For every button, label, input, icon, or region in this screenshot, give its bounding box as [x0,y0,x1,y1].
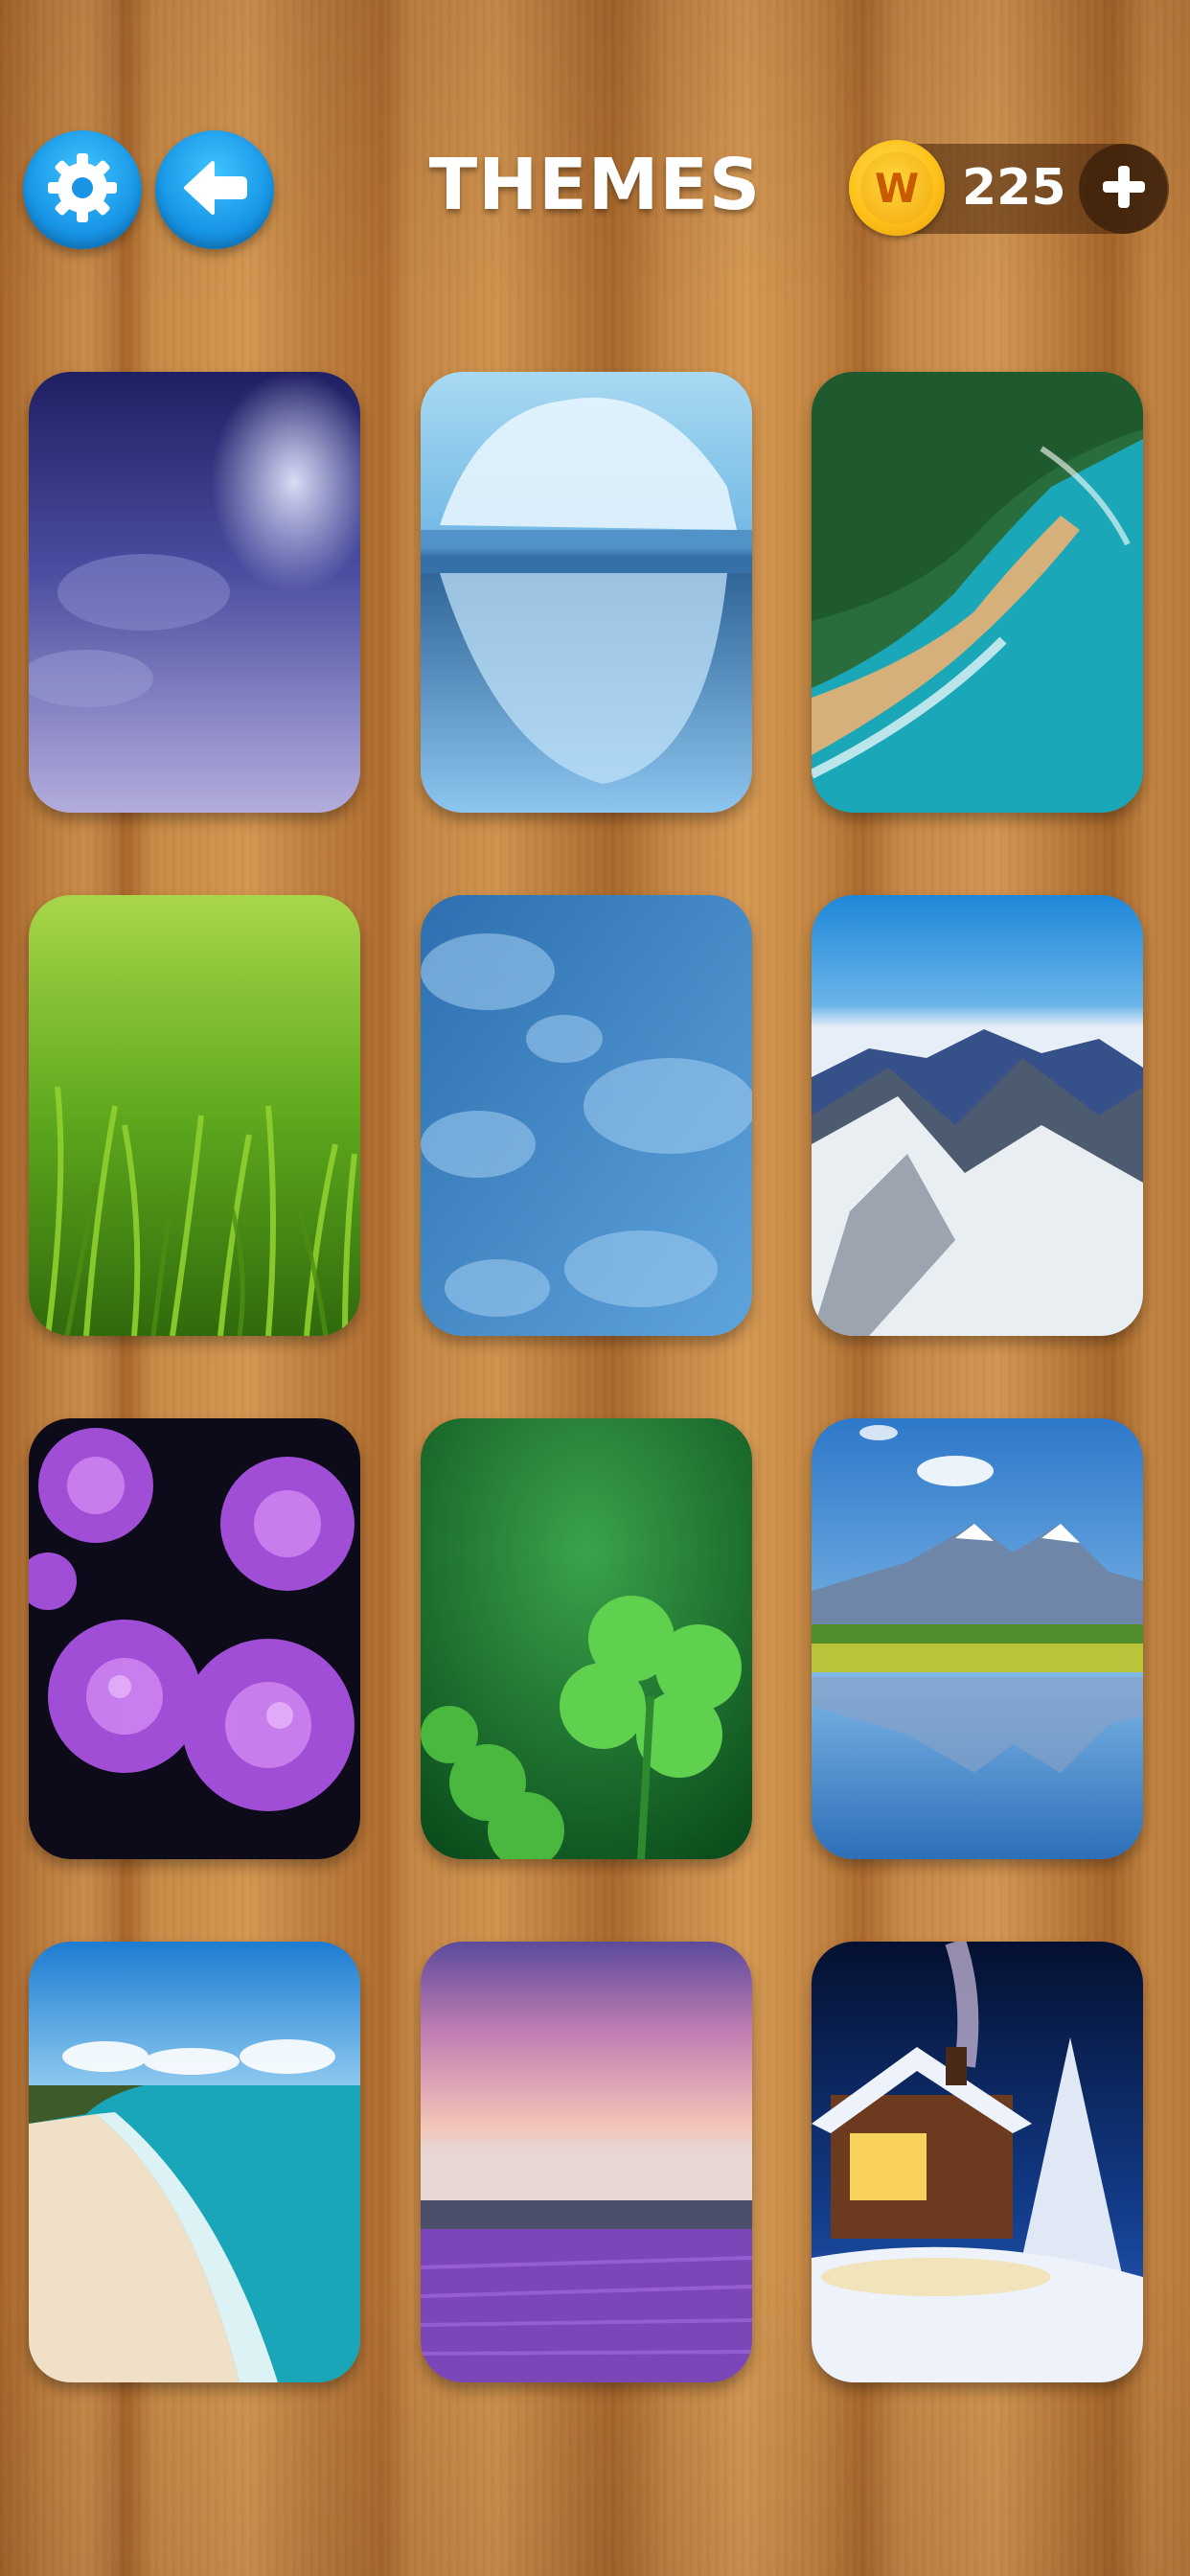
theme-card-mountain-lake[interactable] [812,1418,1143,1859]
theme-card-blue-clouds[interactable] [421,895,752,1336]
theme-card-coastline[interactable] [812,372,1143,813]
theme-card-iceberg[interactable] [421,372,752,813]
theme-card-night-clouds[interactable] [29,372,360,813]
theme-card-lavender-field[interactable] [421,1942,752,2382]
theme-card-snowy-mountains[interactable] [812,895,1143,1336]
theme-card-winter-cabin[interactable] [812,1942,1143,2382]
theme-card-clover[interactable] [421,1418,752,1859]
theme-grid [0,0,1190,2576]
theme-card-grass[interactable] [29,895,360,1336]
theme-card-purple-flowers[interactable] [29,1418,360,1859]
theme-card-beach[interactable] [29,1942,360,2382]
